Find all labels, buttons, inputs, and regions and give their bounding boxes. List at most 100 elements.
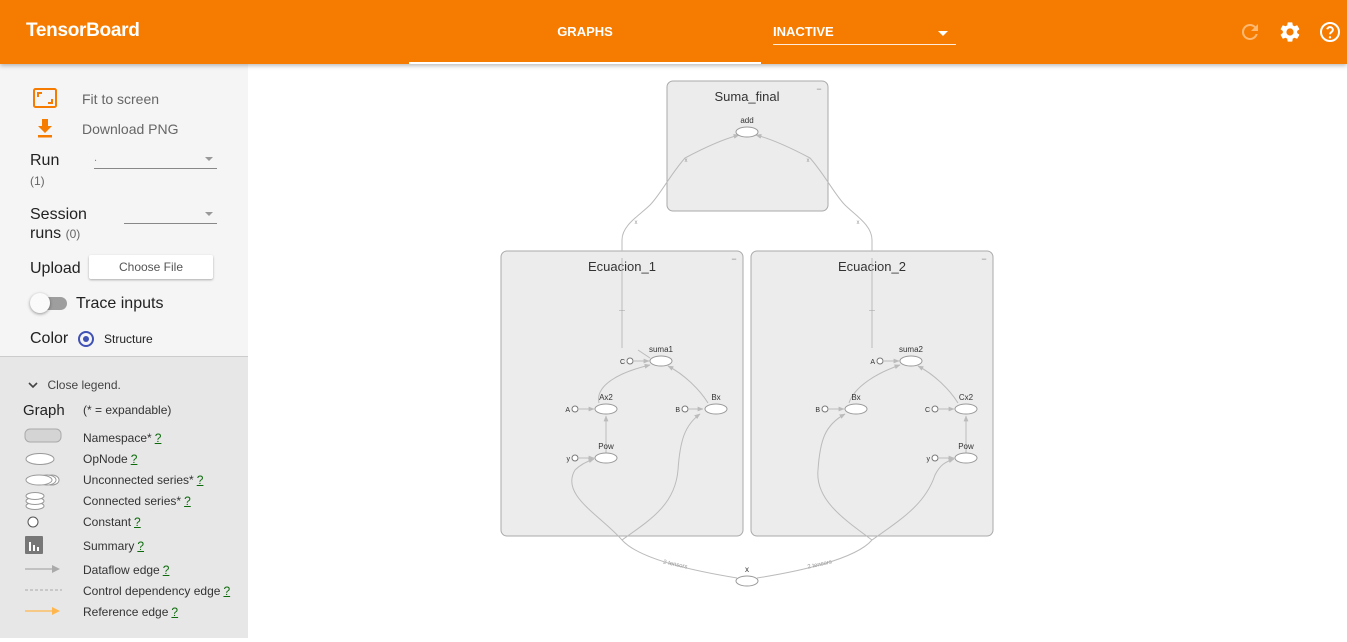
help-link[interactable]: ? bbox=[163, 563, 170, 577]
dropdown-arrow-icon bbox=[938, 31, 948, 36]
tab-graphs[interactable]: GRAPHS bbox=[409, 0, 761, 64]
session-runs-label-line1: Session bbox=[30, 206, 87, 223]
graph-svg[interactable]: Suma_final − Ecuacion_1 − Ecuacion_2 − x… bbox=[248, 64, 1347, 637]
legend-item-control-dependency-edge: Control dependency edge? bbox=[83, 584, 230, 598]
top-app-bar: TensorBoard GRAPHS INACTIVE bbox=[0, 0, 1347, 64]
constant-icon bbox=[27, 516, 39, 528]
edge-label: x bbox=[857, 220, 860, 226]
help-link[interactable]: ? bbox=[131, 452, 138, 466]
color-label: Color bbox=[30, 330, 69, 347]
legend-item-dataflow-edge: Dataflow edge? bbox=[83, 563, 169, 577]
constant-a-1[interactable] bbox=[571, 405, 579, 413]
namespace-icon bbox=[24, 428, 62, 443]
graph-canvas[interactable]: Suma_final − Ecuacion_1 − Ecuacion_2 − x… bbox=[248, 64, 1347, 637]
session-runs-label-line2: runs (0) bbox=[30, 225, 80, 243]
help-link[interactable]: ? bbox=[137, 539, 144, 553]
run-select-caret-icon bbox=[205, 157, 213, 161]
constant-label: A bbox=[870, 359, 875, 366]
trace-inputs-toggle[interactable] bbox=[30, 293, 67, 313]
node-label: Bx bbox=[711, 393, 720, 402]
download-icon[interactable] bbox=[36, 118, 54, 138]
run-select-value: . bbox=[94, 152, 98, 164]
help-link[interactable]: ? bbox=[171, 605, 178, 619]
legend-label: Summary bbox=[83, 539, 135, 553]
close-legend-toggle[interactable]: Close legend. bbox=[28, 376, 121, 394]
tab-selected-underline bbox=[409, 62, 761, 64]
edge-label: x bbox=[635, 220, 638, 226]
settings-gear-icon[interactable] bbox=[1278, 20, 1302, 44]
edge-label: — bbox=[869, 308, 875, 314]
node-label: Bx bbox=[851, 393, 860, 402]
legend-label: Dataflow edge bbox=[83, 563, 160, 577]
help-link[interactable]: ? bbox=[197, 473, 204, 487]
constant-label: y bbox=[927, 456, 931, 463]
session-runs-count: (0) bbox=[65, 227, 81, 241]
dataflow-edge-icon bbox=[25, 565, 60, 573]
help-link[interactable]: ? bbox=[155, 431, 162, 445]
refresh-icon[interactable] bbox=[1238, 20, 1262, 44]
opnode-icon bbox=[25, 453, 55, 465]
inactive-plugins-dropdown[interactable]: INACTIVE bbox=[773, 22, 956, 45]
legend-label: Connected series* bbox=[83, 494, 182, 508]
collapse-icon[interactable]: − bbox=[731, 254, 736, 264]
constant-c-2[interactable] bbox=[931, 405, 939, 413]
legend-item-unconnected-series: Unconnected series*? bbox=[83, 473, 203, 487]
opnode-add[interactable] bbox=[735, 126, 759, 138]
color-structure-label: Structure bbox=[104, 332, 153, 346]
connected-series-icon bbox=[25, 492, 45, 510]
edge-x-to-ecuacion2 bbox=[756, 539, 873, 579]
help-icon[interactable] bbox=[1318, 20, 1342, 44]
edge-label: 2 tensors bbox=[807, 560, 832, 571]
legend-label: Control dependency edge bbox=[83, 584, 221, 598]
constant-c-1[interactable] bbox=[626, 357, 634, 365]
close-legend-label: Close legend. bbox=[47, 378, 121, 392]
help-link[interactable]: ? bbox=[184, 494, 191, 508]
dropdown-value: INACTIVE bbox=[773, 24, 834, 39]
constant-y-1[interactable] bbox=[571, 454, 579, 462]
run-label: Run bbox=[30, 152, 60, 169]
download-png-button[interactable]: Download PNG bbox=[82, 121, 179, 137]
constant-a-2[interactable] bbox=[876, 357, 884, 365]
legend-item-reference-edge: Reference edge? bbox=[83, 605, 178, 619]
trace-inputs-label: Trace inputs bbox=[76, 295, 164, 312]
fit-to-screen-icon[interactable] bbox=[33, 88, 57, 108]
help-link[interactable]: ? bbox=[134, 515, 141, 529]
legend-title: Graph bbox=[23, 402, 65, 419]
fit-to-screen-button[interactable]: Fit to screen bbox=[82, 91, 159, 107]
opnode-suma1[interactable] bbox=[649, 355, 673, 367]
session-runs-caret-icon bbox=[205, 212, 213, 216]
constant-label: C bbox=[925, 407, 930, 414]
summary-icon bbox=[25, 536, 43, 554]
edge-label: 2 tensors bbox=[663, 560, 688, 571]
opnode-ax2[interactable] bbox=[594, 403, 618, 415]
opnode-x[interactable] bbox=[735, 575, 759, 587]
legend-label: Constant bbox=[83, 515, 132, 529]
opnode-suma2[interactable] bbox=[899, 355, 923, 367]
node-label: add bbox=[740, 116, 753, 125]
legend-item-constant: Constant? bbox=[83, 515, 141, 529]
color-structure-radio[interactable] bbox=[78, 331, 94, 347]
opnode-bx-1[interactable] bbox=[704, 403, 728, 415]
constant-y-2[interactable] bbox=[931, 454, 939, 462]
legend-item-namespace: Namespace*? bbox=[83, 431, 161, 445]
tab-graphs-label: GRAPHS bbox=[557, 24, 613, 39]
run-count: (1) bbox=[30, 174, 45, 188]
radio-dot bbox=[83, 336, 89, 342]
choose-file-button[interactable]: Choose File bbox=[89, 255, 213, 279]
help-link[interactable]: ? bbox=[223, 584, 230, 598]
edge-label: x bbox=[685, 158, 688, 164]
session-runs-select[interactable] bbox=[124, 207, 217, 224]
opnode-bx-2[interactable] bbox=[844, 403, 868, 415]
collapse-icon[interactable]: − bbox=[816, 84, 821, 94]
node-label: Pow bbox=[958, 442, 974, 451]
constant-b-1[interactable] bbox=[681, 405, 689, 413]
constant-b-2[interactable] bbox=[821, 405, 829, 413]
app-title: TensorBoard bbox=[26, 20, 140, 41]
upload-label: Upload bbox=[30, 260, 81, 277]
collapse-icon[interactable]: − bbox=[981, 254, 986, 264]
run-select[interactable]: . bbox=[94, 152, 217, 169]
namespace-suma-final[interactable]: Suma_final − bbox=[666, 80, 829, 212]
opnode-pow-1[interactable] bbox=[594, 452, 618, 464]
opnode-pow-2[interactable] bbox=[954, 452, 978, 464]
opnode-cx2[interactable] bbox=[954, 403, 978, 415]
